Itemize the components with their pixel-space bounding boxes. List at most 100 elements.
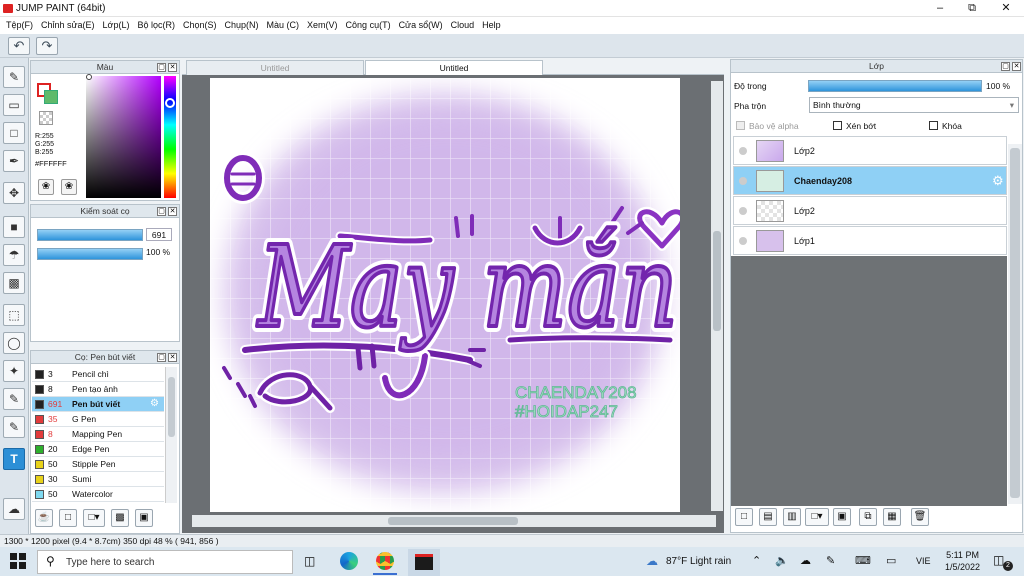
clock[interactable]: 5:11 PM 1/5/2022 — [945, 549, 980, 573]
palette-icon[interactable]: ❀ — [38, 179, 54, 195]
brush-item[interactable]: 50 Stipple Pen — [32, 457, 164, 472]
menu-file[interactable]: Tệp(F) — [4, 17, 39, 34]
brush-size-slider[interactable] — [37, 229, 143, 241]
volume-icon[interactable]: 🔈 — [775, 554, 789, 567]
canvas-area[interactable]: May mắn May mắn CHAENDAY208 #HOIDAP247 — [182, 75, 724, 533]
fill-rect-tool-icon[interactable]: ■ — [3, 216, 25, 238]
panel-float-icon[interactable]: ▢ — [157, 63, 166, 72]
panel-close-icon[interactable]: ✕ — [168, 353, 177, 362]
horizontal-scrollbar[interactable] — [192, 515, 716, 527]
brush-list-scrollbar[interactable] — [165, 367, 177, 503]
vertical-scrollbar[interactable] — [711, 81, 723, 511]
protect-alpha-checkbox[interactable] — [736, 121, 745, 130]
brush-item[interactable]: 691 Pen bút viết ⚙ — [32, 397, 164, 412]
close-icon[interactable]: ✕ — [990, 0, 1022, 17]
jump-paint-task[interactable] — [408, 549, 440, 576]
layer-row[interactable]: Lớp2 — [733, 136, 1007, 165]
brush-menu-icon[interactable]: □▾ — [83, 509, 105, 527]
brush-size-value[interactable]: 691 — [146, 228, 172, 241]
select-eraser-icon[interactable]: ✎ — [3, 416, 25, 438]
menu-tools[interactable]: Công cụ(T) — [344, 17, 397, 34]
layer-add-menu-icon[interactable]: □▾ — [805, 508, 829, 526]
panel-float-icon[interactable]: ▢ — [157, 353, 166, 362]
new-brush-icon[interactable]: □ — [59, 509, 77, 527]
chevron-up-icon[interactable]: ⌃ — [752, 554, 761, 567]
pen-workspace-icon[interactable]: ✎ — [826, 554, 835, 567]
brush-item[interactable]: 30 Sumi — [32, 472, 164, 487]
menu-edit[interactable]: Chỉnh sửa(E) — [39, 17, 101, 34]
gradient-tool-icon[interactable]: ▩ — [3, 272, 25, 294]
brush-settings-icon[interactable]: ▩ — [111, 509, 129, 527]
panel-float-icon[interactable]: ▢ — [1001, 62, 1010, 71]
tab-untitled-1[interactable]: Untitled — [186, 60, 364, 75]
menu-view[interactable]: Xem(V) — [305, 17, 344, 34]
minimize-icon[interactable]: – — [924, 0, 956, 17]
menu-select[interactable]: Chọn(S) — [181, 17, 223, 34]
text-tool-icon[interactable]: T — [3, 448, 25, 470]
brush-item[interactable]: 20 Edge Pen — [32, 442, 164, 457]
language-indicator[interactable]: VIE — [916, 556, 931, 566]
task-view-icon[interactable]: ◫ — [304, 554, 315, 568]
panel-close-icon[interactable]: ✕ — [1012, 62, 1021, 71]
cloud-tool-icon[interactable]: ☁ — [3, 498, 25, 520]
edge-browser-icon[interactable] — [340, 552, 358, 570]
redo-icon[interactable]: ↷ — [36, 37, 58, 55]
select-pen-icon[interactable]: ✎ — [3, 388, 25, 410]
panel-float-icon[interactable]: ▢ — [157, 207, 166, 216]
brush-folder-icon[interactable]: ▣ — [135, 509, 153, 527]
layer-folder-icon[interactable]: ▣ — [833, 508, 851, 526]
picker-cursor[interactable] — [86, 74, 92, 80]
chrome-icon[interactable] — [376, 552, 394, 570]
brush-item[interactable]: 8 Pen tạo ảnh — [32, 382, 164, 397]
brush-opacity-slider[interactable] — [37, 248, 143, 260]
document-canvas[interactable]: May mắn May mắn CHAENDAY208 #HOIDAP247 — [210, 78, 680, 512]
layer-settings-gear-icon[interactable]: ⚙ — [992, 173, 1004, 189]
add-brush-icon[interactable]: ☕ — [35, 509, 53, 527]
menu-window[interactable]: Cửa sổ(W) — [397, 17, 449, 34]
layer-visibility-icon[interactable] — [739, 147, 747, 155]
layer-opacity-slider[interactable] — [808, 80, 982, 92]
layer-scrollbar[interactable] — [1008, 144, 1022, 504]
rect-select-icon[interactable]: ⬚ — [3, 304, 25, 326]
hue-slider[interactable] — [164, 76, 176, 198]
display-icon[interactable]: ▭ — [886, 554, 896, 567]
layer-row[interactable]: Lớp1 — [733, 226, 1007, 255]
brush-item[interactable]: 3 Pencil chì — [32, 367, 164, 382]
merge-layer-icon[interactable]: ▦ — [883, 508, 901, 526]
onedrive-icon[interactable]: ☁ — [800, 554, 811, 567]
undo-icon[interactable]: ↶ — [8, 37, 30, 55]
hue-cursor[interactable] — [165, 98, 175, 108]
tab-untitled-2[interactable]: Untitled — [365, 60, 543, 75]
new-layer-icon[interactable]: □ — [735, 508, 753, 526]
weather-text[interactable]: 87°F Light rain — [666, 556, 731, 567]
saturation-value-picker[interactable] — [86, 76, 161, 198]
layer-row[interactable]: Lớp2 — [733, 196, 1007, 225]
menu-filter[interactable]: Bộ lọc(R) — [135, 17, 181, 34]
rect-tool-icon[interactable]: □ — [3, 122, 25, 144]
magic-wand-icon[interactable]: ✦ — [3, 360, 25, 382]
eraser-tool-icon[interactable]: ▭ — [3, 94, 25, 116]
palette-settings-icon[interactable]: ❀ — [61, 179, 77, 195]
windows-start-icon[interactable] — [10, 553, 26, 569]
panel-close-icon[interactable]: ✕ — [168, 207, 177, 216]
weather-icon[interactable]: ☁ — [646, 554, 658, 568]
delete-layer-icon[interactable]: 🗑 — [911, 508, 929, 526]
menu-color[interactable]: Màu (C) — [265, 17, 306, 34]
layer-visibility-icon[interactable] — [739, 177, 747, 185]
lasso-select-icon[interactable]: ◯ — [3, 332, 25, 354]
brush-item[interactable]: 50 Watercolor — [32, 487, 164, 502]
panel-close-icon[interactable]: ✕ — [168, 63, 177, 72]
new-raster-layer-icon[interactable]: ▤ — [759, 508, 777, 526]
lock-checkbox[interactable] — [929, 121, 938, 130]
brush-item[interactable]: 8 Mapping Pen — [32, 427, 164, 442]
background-swatch[interactable] — [44, 90, 58, 104]
transparent-swatch[interactable] — [39, 111, 53, 125]
clip-checkbox[interactable] — [833, 121, 842, 130]
pen-tool-icon[interactable]: ✒ — [3, 150, 25, 172]
bucket-tool-icon[interactable]: ☂ — [3, 244, 25, 266]
restore-icon[interactable]: ⧉ — [956, 0, 988, 17]
move-tool-icon[interactable]: ✥ — [3, 182, 25, 204]
menu-layer[interactable]: Lớp(L) — [101, 17, 136, 34]
menu-help[interactable]: Help — [480, 17, 507, 34]
taskbar-search[interactable]: ⚲ Type here to search — [37, 550, 293, 574]
